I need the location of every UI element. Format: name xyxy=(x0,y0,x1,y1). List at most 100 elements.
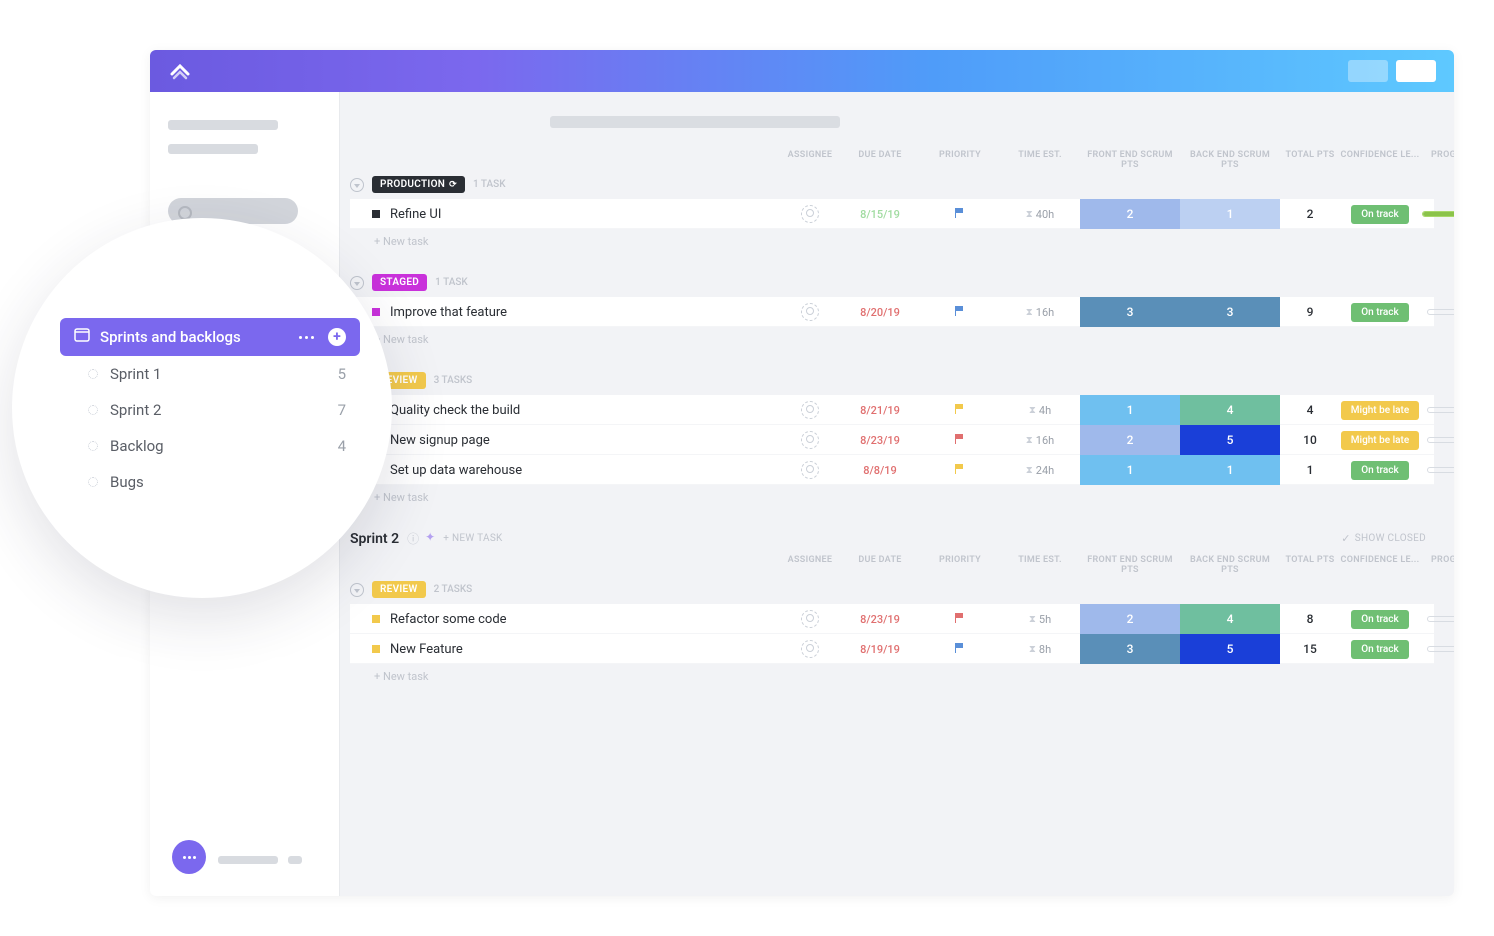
settings-icon[interactable]: ✦ xyxy=(425,530,435,547)
new-task-button[interactable]: + New task xyxy=(350,485,1434,504)
list-dot-icon xyxy=(88,441,98,451)
collapse-icon[interactable] xyxy=(350,276,364,290)
front-scrum-pts[interactable]: 3 xyxy=(1080,634,1180,664)
back-scrum-pts[interactable]: 5 xyxy=(1180,425,1280,455)
priority-flag-icon[interactable] xyxy=(955,404,965,414)
collapse-icon[interactable] xyxy=(350,178,364,192)
new-task-button[interactable]: + NEW TASK xyxy=(443,533,502,544)
due-date[interactable]: 8/15/19 xyxy=(840,208,920,221)
due-date[interactable]: 8/23/19 xyxy=(840,613,920,626)
list-item-count: 7 xyxy=(338,401,346,419)
back-scrum-pts[interactable]: 4 xyxy=(1180,395,1280,425)
back-scrum-pts[interactable]: 4 xyxy=(1180,604,1280,634)
new-task-button[interactable]: + New task xyxy=(350,664,1434,683)
task-row[interactable]: Refine UI 8/15/19 ⧗40h 2 1 2 On track 10… xyxy=(350,199,1434,229)
task-row[interactable]: Set up data warehouse 8/8/19 ⧗24h 1 1 1 … xyxy=(350,455,1434,485)
time-estimate[interactable]: ⧗16h xyxy=(1000,306,1080,319)
time-estimate[interactable]: ⧗5h xyxy=(1000,613,1080,626)
back-scrum-pts[interactable]: 5 xyxy=(1180,634,1280,664)
front-scrum-pts[interactable]: 1 xyxy=(1080,455,1180,485)
front-scrum-pts[interactable]: 3 xyxy=(1080,297,1180,327)
due-date[interactable]: 8/19/19 xyxy=(840,643,920,656)
task-row[interactable]: Improve that feature 8/20/19 ⧗16h 3 3 9 … xyxy=(350,297,1434,327)
time-estimate[interactable]: ⧗40h xyxy=(1000,208,1080,221)
sidebar-list-item[interactable]: Bugs xyxy=(60,464,360,500)
assignee-avatar[interactable] xyxy=(801,640,819,658)
task-row[interactable]: New Feature 8/19/19 ⧗8h 3 5 15 On track … xyxy=(350,634,1434,664)
status-badge[interactable]: PRODUCTION ⟳ xyxy=(372,176,465,193)
sprint-title: Sprint 2 xyxy=(350,531,399,547)
show-closed-toggle[interactable]: ✓SHOW CLOSED xyxy=(1341,532,1426,545)
list-item-label: Sprint 2 xyxy=(110,401,161,419)
sidebar-list-item[interactable]: Sprint 1 5 xyxy=(60,356,360,392)
due-date[interactable]: 8/23/19 xyxy=(840,434,920,447)
progress: 0% xyxy=(1420,405,1454,415)
priority-flag-icon[interactable] xyxy=(955,434,965,444)
front-scrum-pts[interactable]: 2 xyxy=(1080,425,1180,455)
task-count: 2 TASKS xyxy=(434,584,473,595)
total-pts: 1 xyxy=(1280,463,1340,477)
back-scrum-pts[interactable]: 1 xyxy=(1180,199,1280,229)
status-badge[interactable]: STAGED xyxy=(372,274,427,291)
new-task-button[interactable]: + New task xyxy=(350,229,1434,248)
assignee-avatar[interactable] xyxy=(801,610,819,628)
task-title: New Feature xyxy=(390,642,463,657)
collapse-icon[interactable] xyxy=(350,583,364,597)
front-scrum-pts[interactable]: 2 xyxy=(1080,604,1180,634)
info-icon[interactable]: ⓘ xyxy=(407,530,419,547)
status-badge[interactable]: REVIEW xyxy=(372,581,426,598)
progress: 0% xyxy=(1420,614,1454,624)
status-group: REVIEW 2 TASKS Refactor some code 8/23/1… xyxy=(340,581,1434,683)
due-date[interactable]: 8/20/19 xyxy=(840,306,920,319)
sidebar-list-item[interactable]: Backlog 4 xyxy=(60,428,360,464)
due-date[interactable]: 8/21/19 xyxy=(840,404,920,417)
back-scrum-pts[interactable]: 1 xyxy=(1180,455,1280,485)
breadcrumb-skeleton xyxy=(550,116,840,128)
time-estimate[interactable]: ⧗8h xyxy=(1000,643,1080,656)
assignee-avatar[interactable] xyxy=(801,303,819,321)
back-scrum-pts[interactable]: 3 xyxy=(1180,297,1280,327)
priority-flag-icon[interactable] xyxy=(955,613,965,623)
progress: 0% xyxy=(1420,307,1454,317)
folder-label: Sprints and backlogs xyxy=(100,328,241,346)
due-date[interactable]: 8/8/19 xyxy=(840,464,920,477)
priority-flag-icon[interactable] xyxy=(955,643,965,653)
confidence-badge[interactable]: On track xyxy=(1351,640,1408,659)
total-pts: 9 xyxy=(1280,305,1340,319)
task-row[interactable]: New signup page 8/23/19 ⧗16h 2 5 10 Migh… xyxy=(350,425,1434,455)
confidence-badge[interactable]: On track xyxy=(1351,610,1408,629)
folder-menu-icon[interactable] xyxy=(299,336,314,339)
assignee-avatar[interactable] xyxy=(801,461,819,479)
task-row[interactable]: Refactor some code 8/23/19 ⧗5h 2 4 8 On … xyxy=(350,604,1434,634)
assignee-avatar[interactable] xyxy=(801,401,819,419)
list-item-count: 5 xyxy=(338,365,346,383)
assignee-avatar[interactable] xyxy=(801,431,819,449)
status-square-icon xyxy=(372,210,380,218)
assignee-avatar[interactable] xyxy=(801,205,819,223)
sidebar-skeleton xyxy=(168,120,278,130)
task-row[interactable]: Quality check the build 8/21/19 ⧗4h 1 4 … xyxy=(350,395,1434,425)
confidence-badge[interactable]: Might be late xyxy=(1341,431,1419,450)
time-estimate[interactable]: ⧗24h xyxy=(1000,464,1080,477)
priority-flag-icon[interactable] xyxy=(955,208,965,218)
priority-flag-icon[interactable] xyxy=(955,306,965,316)
add-list-button[interactable]: + xyxy=(328,328,346,346)
header-action-1[interactable] xyxy=(1348,60,1388,82)
chat-bubble-icon[interactable] xyxy=(172,840,206,874)
time-estimate[interactable]: ⧗16h xyxy=(1000,434,1080,447)
header-action-2[interactable] xyxy=(1396,60,1436,82)
folder-sprints-backlogs[interactable]: Sprints and backlogs + xyxy=(60,318,360,356)
front-scrum-pts[interactable]: 2 xyxy=(1080,199,1180,229)
confidence-badge[interactable]: Might be late xyxy=(1341,401,1419,420)
folder-icon xyxy=(74,328,90,346)
confidence-badge[interactable]: On track xyxy=(1351,303,1408,322)
priority-flag-icon[interactable] xyxy=(955,464,965,474)
total-pts: 4 xyxy=(1280,403,1340,417)
front-scrum-pts[interactable]: 1 xyxy=(1080,395,1180,425)
confidence-badge[interactable]: On track xyxy=(1351,461,1408,480)
confidence-badge[interactable]: On track xyxy=(1351,205,1408,224)
time-estimate[interactable]: ⧗4h xyxy=(1000,404,1080,417)
new-task-button[interactable]: + New task xyxy=(350,327,1434,346)
list-item-label: Sprint 1 xyxy=(110,365,161,383)
sidebar-list-item[interactable]: Sprint 2 7 xyxy=(60,392,360,428)
